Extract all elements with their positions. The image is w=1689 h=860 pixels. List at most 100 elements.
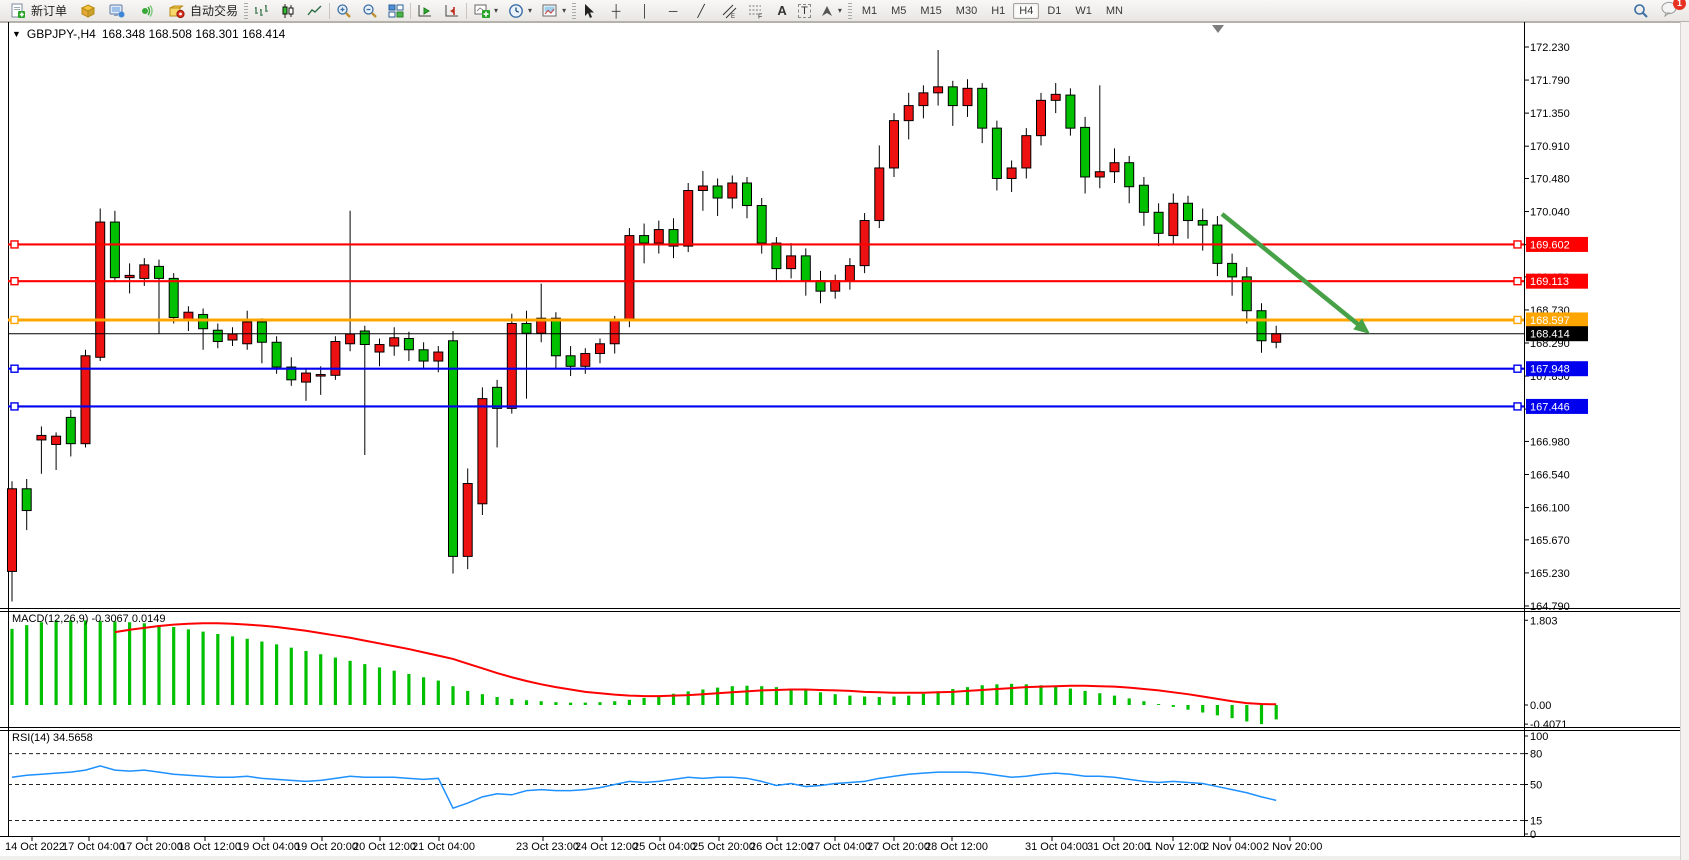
line-anchor[interactable]	[1514, 278, 1521, 285]
line-anchor[interactable]	[1514, 316, 1521, 323]
svg-text:0.00: 0.00	[1530, 700, 1551, 712]
candle-body	[978, 88, 987, 128]
candle-body	[772, 243, 781, 269]
candle-body	[346, 334, 355, 344]
timeframe-w1-button[interactable]: W1	[1069, 3, 1098, 19]
trendline-tool-button[interactable]: ╱	[691, 1, 711, 21]
toolbar-drag-handle[interactable]	[244, 3, 248, 19]
text-label-tool-button[interactable]: T	[798, 4, 811, 18]
line-anchor[interactable]	[11, 365, 18, 372]
line-anchor[interactable]	[11, 316, 18, 323]
candle-body	[1022, 136, 1031, 168]
timeframe-m30-button[interactable]: M30	[950, 3, 983, 19]
svg-text:165.670: 165.670	[1530, 535, 1570, 547]
chart-shift-button[interactable]	[442, 1, 462, 21]
auto-scroll-button[interactable]	[415, 1, 435, 21]
vertical-scrollbar[interactable]	[1680, 22, 1689, 860]
candlestick-chart-button[interactable]	[278, 1, 298, 21]
candle-body	[1037, 100, 1046, 135]
template-dropdown-icon[interactable]: ▾	[562, 6, 566, 15]
candle-body	[478, 399, 487, 504]
svg-text:166.980: 166.980	[1530, 436, 1570, 448]
candle-body	[801, 256, 810, 281]
toolbar-drag-handle[interactable]	[572, 3, 576, 19]
svg-text:100: 100	[1530, 731, 1548, 743]
zoom-out-button[interactable]	[360, 1, 380, 21]
line-anchor[interactable]	[1514, 365, 1521, 372]
candle-body	[625, 236, 634, 320]
bar-chart-button[interactable]	[251, 1, 271, 21]
candle-body	[96, 222, 105, 357]
line-anchor[interactable]	[11, 278, 18, 285]
timeframe-m1-button[interactable]: M1	[856, 3, 883, 19]
svg-text:171.350: 171.350	[1530, 108, 1570, 120]
auto-trading-button[interactable]: 自动交易	[164, 1, 241, 21]
terminal-icon[interactable]	[107, 1, 127, 21]
toolbar-drag-handle[interactable]	[848, 3, 852, 19]
candle-body	[566, 356, 575, 367]
candle-body	[963, 88, 972, 105]
line-anchor[interactable]	[11, 241, 18, 248]
candle-body	[1228, 263, 1237, 277]
candle-body	[919, 93, 928, 106]
template-button[interactable]: ▾	[539, 1, 569, 21]
timeframe-h4-button[interactable]: H4	[1013, 3, 1039, 19]
candle-body	[449, 341, 458, 557]
timeframe-m5-button[interactable]: M5	[885, 3, 912, 19]
search-icon[interactable]	[1631, 1, 1651, 21]
svg-text:170.480: 170.480	[1530, 173, 1570, 185]
rsi-name: RSI(14)	[12, 732, 50, 744]
new-chart-button[interactable]: ▾	[471, 1, 501, 21]
pane-borders	[0, 22, 1689, 860]
svg-text:F: F	[758, 13, 762, 19]
candle-body	[743, 183, 752, 206]
line-anchor[interactable]	[1514, 403, 1521, 410]
timeframe-h1-button[interactable]: H1	[985, 3, 1011, 19]
line-chart-button[interactable]	[305, 1, 325, 21]
channel-tool-button[interactable]: E	[719, 1, 739, 21]
fibonacci-tool-button[interactable]: F	[746, 1, 766, 21]
candle-body	[1154, 212, 1163, 233]
arrows-tool-button[interactable]: ▾	[817, 1, 845, 21]
candle-body	[728, 183, 737, 198]
crosshair-tool-button[interactable]: ┼	[606, 1, 626, 21]
svg-text:1.803: 1.803	[1530, 615, 1558, 627]
text-tool-button[interactable]: A	[772, 1, 792, 21]
chart-collapse-icon[interactable]: ▼	[12, 29, 21, 39]
period-dropdown-icon[interactable]: ▾	[528, 6, 532, 15]
candle-body	[860, 221, 869, 266]
candle-body	[1007, 168, 1016, 179]
candle-body	[1081, 127, 1090, 177]
horizontal-line-tool-button[interactable]: ─	[663, 1, 683, 21]
chart-symbol-timeframe: GBPJPY-,H4	[27, 27, 96, 41]
new-chart-dropdown-icon[interactable]: ▾	[494, 6, 498, 15]
market-watch-icon[interactable]	[78, 1, 98, 21]
arrows-dropdown-icon[interactable]: ▾	[838, 6, 842, 15]
tile-windows-button[interactable]	[386, 1, 406, 21]
chart-canvas[interactable]: 172.230171.790171.350170.910170.480170.0…	[0, 0, 1689, 860]
new-order-button[interactable]: 新订单	[5, 1, 70, 21]
candle-body	[596, 344, 605, 354]
zoom-in-button[interactable]	[334, 1, 354, 21]
cursor-tool-button[interactable]	[579, 1, 599, 21]
candle-body	[434, 352, 443, 361]
rsi-current-value: 34.5658	[53, 732, 93, 744]
line-anchor[interactable]	[11, 403, 18, 410]
candle-body	[713, 186, 722, 198]
timeframe-m15-button[interactable]: M15	[914, 3, 947, 19]
vertical-line-tool-button[interactable]: │	[635, 1, 655, 21]
timeframe-d1-button[interactable]: D1	[1041, 3, 1067, 19]
candle-body	[199, 314, 208, 328]
svg-text:167.948: 167.948	[1530, 364, 1570, 376]
candle-body	[419, 350, 428, 361]
candle-body	[1257, 311, 1266, 341]
svg-text:20 Oct 12:00: 20 Oct 12:00	[353, 841, 416, 853]
svg-text:14 Oct 2022: 14 Oct 2022	[5, 841, 65, 853]
candle-body	[698, 186, 707, 191]
svg-text:167.446: 167.446	[1530, 401, 1570, 413]
timeframe-mn-button[interactable]: MN	[1100, 3, 1129, 19]
signal-icon[interactable]	[136, 1, 156, 21]
line-anchor[interactable]	[1514, 241, 1521, 248]
period-button[interactable]: ▾	[505, 1, 535, 21]
notifications-button[interactable]: 1	[1661, 1, 1679, 20]
